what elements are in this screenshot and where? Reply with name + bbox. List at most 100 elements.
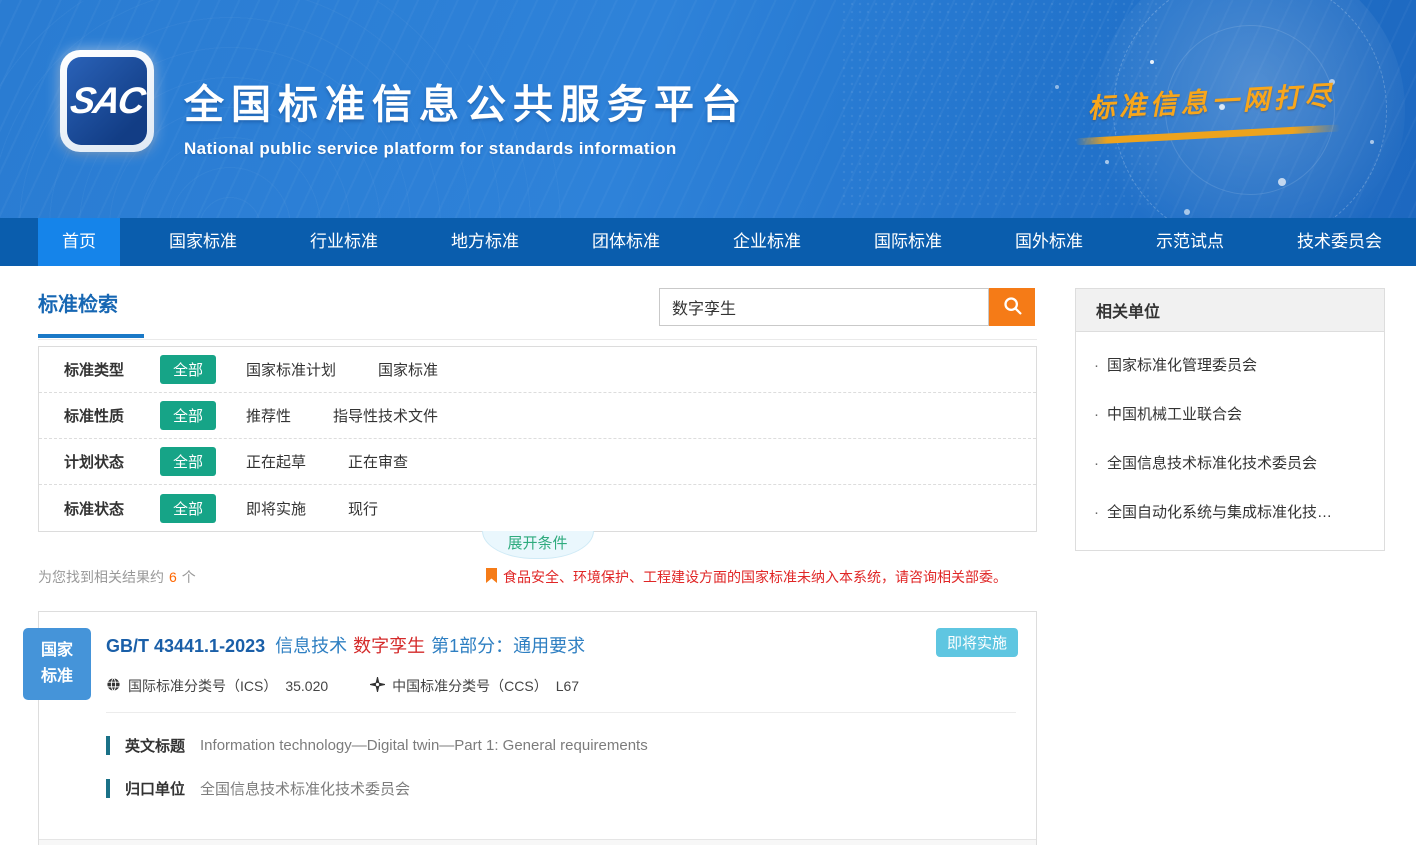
- status-badge: 即将实施: [936, 628, 1018, 657]
- filter-option[interactable]: 即将实施: [246, 498, 306, 519]
- english-title-value: Information technology—Digital twin—Part…: [200, 737, 648, 754]
- filter-label: 计划状态: [64, 451, 160, 472]
- national-standard-badge[interactable]: 国家 标准: [23, 628, 91, 700]
- related-units-list: · 国家标准化管理委员会 · 中国机械工业联合会 · 全国信息技术标准化技术委员会 ·…: [1076, 332, 1384, 550]
- filter-all-button[interactable]: 全部: [160, 355, 216, 384]
- search-input[interactable]: [659, 288, 989, 326]
- main-column: 标准检索 标准类型 全部 国家标准计划 国家标准: [38, 288, 1037, 845]
- results-summary-suffix: 个: [182, 569, 196, 585]
- dept-value: 全国信息技术标准化技术委员会: [200, 778, 410, 799]
- filter-option[interactable]: 现行: [348, 498, 378, 519]
- filter-option[interactable]: 推荐性: [246, 405, 291, 426]
- ics-label: 国际标准分类号（ICS）: [128, 676, 277, 696]
- dept-label: 归口单位: [125, 778, 185, 799]
- card-footer: 发布于 2023-11-27 实施于 2024-06-01: [39, 839, 1036, 845]
- filter-all-button[interactable]: 全部: [160, 447, 216, 476]
- ccs-label: 中国标准分类号（CCS）: [392, 676, 548, 696]
- ics-item: 国际标准分类号（ICS） 35.020: [106, 676, 328, 696]
- badge-line1: 国家: [23, 638, 91, 664]
- filter-option[interactable]: 国家标准计划: [246, 359, 336, 380]
- nav-tab-group-standards[interactable]: 团体标准: [568, 218, 684, 266]
- filter-option[interactable]: 指导性技术文件: [333, 405, 438, 426]
- results-count: 6: [169, 569, 177, 585]
- site-title: 全国标准信息公共服务平台: [184, 72, 748, 130]
- search-icon: [1002, 295, 1023, 319]
- page-title: 标准检索: [38, 288, 144, 338]
- nav-tab-technical-committee[interactable]: 技术委员会: [1273, 218, 1406, 266]
- filter-all-button[interactable]: 全部: [160, 494, 216, 523]
- filter-option[interactable]: 正在审查: [348, 451, 408, 472]
- search-box: [659, 288, 1035, 326]
- nav-tab-industry-standards[interactable]: 行业标准: [286, 218, 402, 266]
- sac-logo[interactable]: SAC: [60, 50, 154, 152]
- bullet: ·: [1094, 406, 1099, 423]
- system-notice: 食品安全、环境保护、工程建设方面的国家标准未纳入本系统，请咨询相关部委。: [486, 567, 1007, 587]
- search-button[interactable]: [989, 288, 1035, 326]
- bullet: ·: [1094, 455, 1099, 472]
- related-units-panel: 相关单位 · 国家标准化管理委员会 · 中国机械工业联合会 · 全国信息技术标准化技术…: [1075, 288, 1385, 551]
- results-summary-prefix: 为您找到相关结果约: [38, 569, 164, 585]
- main-nav: 首页 国家标准 行业标准 地方标准 团体标准 企业标准 国际标准 国外标准 示范…: [0, 218, 1416, 266]
- search-heading-row: 标准检索: [38, 288, 1037, 340]
- nav-tab-international-standards[interactable]: 国际标准: [850, 218, 966, 266]
- related-unit-link[interactable]: · 中国机械工业联合会: [1094, 389, 1366, 438]
- nav-tab-local-standards[interactable]: 地方标准: [427, 218, 543, 266]
- nav-tab-home[interactable]: 首页: [38, 218, 120, 266]
- filter-panel: 标准类型 全部 国家标准计划 国家标准 标准性质 全部 推荐性 指导性技术文件 …: [38, 346, 1037, 532]
- filter-row-plan-status: 计划状态 全部 正在起草 正在审查: [39, 439, 1036, 485]
- results-summary-row: 为您找到相关结果约 6个 食品安全、环境保护、工程建设方面的国家标准未纳入本系统，…: [38, 567, 1037, 589]
- bullet: ·: [1094, 504, 1099, 521]
- sparkle-dots-decoration: [1150, 60, 1154, 64]
- filter-all-button[interactable]: 全部: [160, 401, 216, 430]
- filter-option[interactable]: 正在起草: [246, 451, 306, 472]
- ccs-item: 中国标准分类号（CCS） L67: [370, 676, 579, 696]
- filter-row-standard-type: 标准类型 全部 国家标准计划 国家标准: [39, 347, 1036, 393]
- standard-title-highlight[interactable]: 数字孪生: [353, 636, 425, 656]
- notice-text: 食品安全、环境保护、工程建设方面的国家标准未纳入本系统，请咨询相关部委。: [503, 567, 1007, 587]
- filter-label: 标准性质: [64, 405, 160, 426]
- english-title-row: 英文标题 Information technology—Digital twin…: [106, 735, 1016, 756]
- sac-logo-inner: SAC: [67, 57, 147, 145]
- classification-row: 国际标准分类号（ICS） 35.020 中国标准分类号（CCS） L67: [106, 676, 1016, 696]
- ics-value: 35.020: [285, 678, 328, 694]
- related-unit-label: 全国信息技术标准化技术委员会: [1107, 455, 1317, 472]
- related-unit-link[interactable]: · 国家标准化管理委员会: [1094, 340, 1366, 389]
- standard-result-card: 国家 标准 即将实施 GB/T 43441.1-2023信息技术数字孪生第1部分…: [38, 611, 1037, 845]
- filter-label: 标准类型: [64, 359, 160, 380]
- nav-tab-national-standards[interactable]: 国家标准: [145, 218, 261, 266]
- standard-title-link[interactable]: GB/T 43441.1-2023 信息技术数字孪生第1部分：通用要求: [106, 632, 1016, 658]
- related-unit-link[interactable]: · 全国自动化系统与集成标准化技…: [1094, 487, 1366, 536]
- compass-icon: [370, 677, 392, 695]
- attr-bar-decoration: [106, 779, 110, 798]
- bookmark-icon: [486, 568, 503, 586]
- related-unit-link[interactable]: · 全国信息技术标准化技术委员会: [1094, 438, 1366, 487]
- ccs-value: L67: [556, 678, 579, 694]
- globe-icon: [106, 677, 128, 695]
- related-unit-label: 国家标准化管理委员会: [1107, 357, 1257, 374]
- nav-tab-enterprise-standards[interactable]: 企业标准: [709, 218, 825, 266]
- related-unit-label: 中国机械工业联合会: [1107, 406, 1242, 423]
- card-main: GB/T 43441.1-2023 信息技术数字孪生第1部分：通用要求 国际标准分…: [39, 612, 1036, 819]
- standard-title-seg2[interactable]: 第1部分：通用要求: [431, 636, 585, 656]
- filter-option[interactable]: 国家标准: [378, 359, 438, 380]
- nav-tab-foreign-standards[interactable]: 国外标准: [991, 218, 1107, 266]
- page-content: 标准检索 标准类型 全部 国家标准计划 国家标准: [0, 266, 1416, 845]
- filter-row-standard-status: 标准状态 全部 即将实施 现行: [39, 485, 1036, 531]
- nav-tab-pilot[interactable]: 示范试点: [1132, 218, 1248, 266]
- bullet: ·: [1094, 357, 1099, 374]
- results-summary: 为您找到相关结果约 6个: [38, 569, 196, 585]
- english-title-label: 英文标题: [125, 735, 185, 756]
- site-subtitle: National public service platform for sta…: [184, 139, 748, 159]
- filter-label: 标准状态: [64, 498, 160, 519]
- badge-line2: 标准: [23, 664, 91, 690]
- standard-title-seg1[interactable]: 信息技术: [275, 636, 347, 656]
- related-unit-label: 全国自动化系统与集成标准化技…: [1107, 504, 1332, 521]
- filter-row-standard-nature: 标准性质 全部 推荐性 指导性技术文件: [39, 393, 1036, 439]
- attr-bar-decoration: [106, 736, 110, 755]
- standard-code[interactable]: GB/T 43441.1-2023: [106, 636, 265, 656]
- related-units-title: 相关单位: [1076, 289, 1384, 332]
- sac-logo-text: SAC: [67, 80, 147, 122]
- expand-conditions-button[interactable]: 展开条件: [482, 531, 594, 559]
- banner-titles: 全国标准信息公共服务平台 National public service pla…: [184, 72, 748, 159]
- card-divider: [106, 712, 1016, 713]
